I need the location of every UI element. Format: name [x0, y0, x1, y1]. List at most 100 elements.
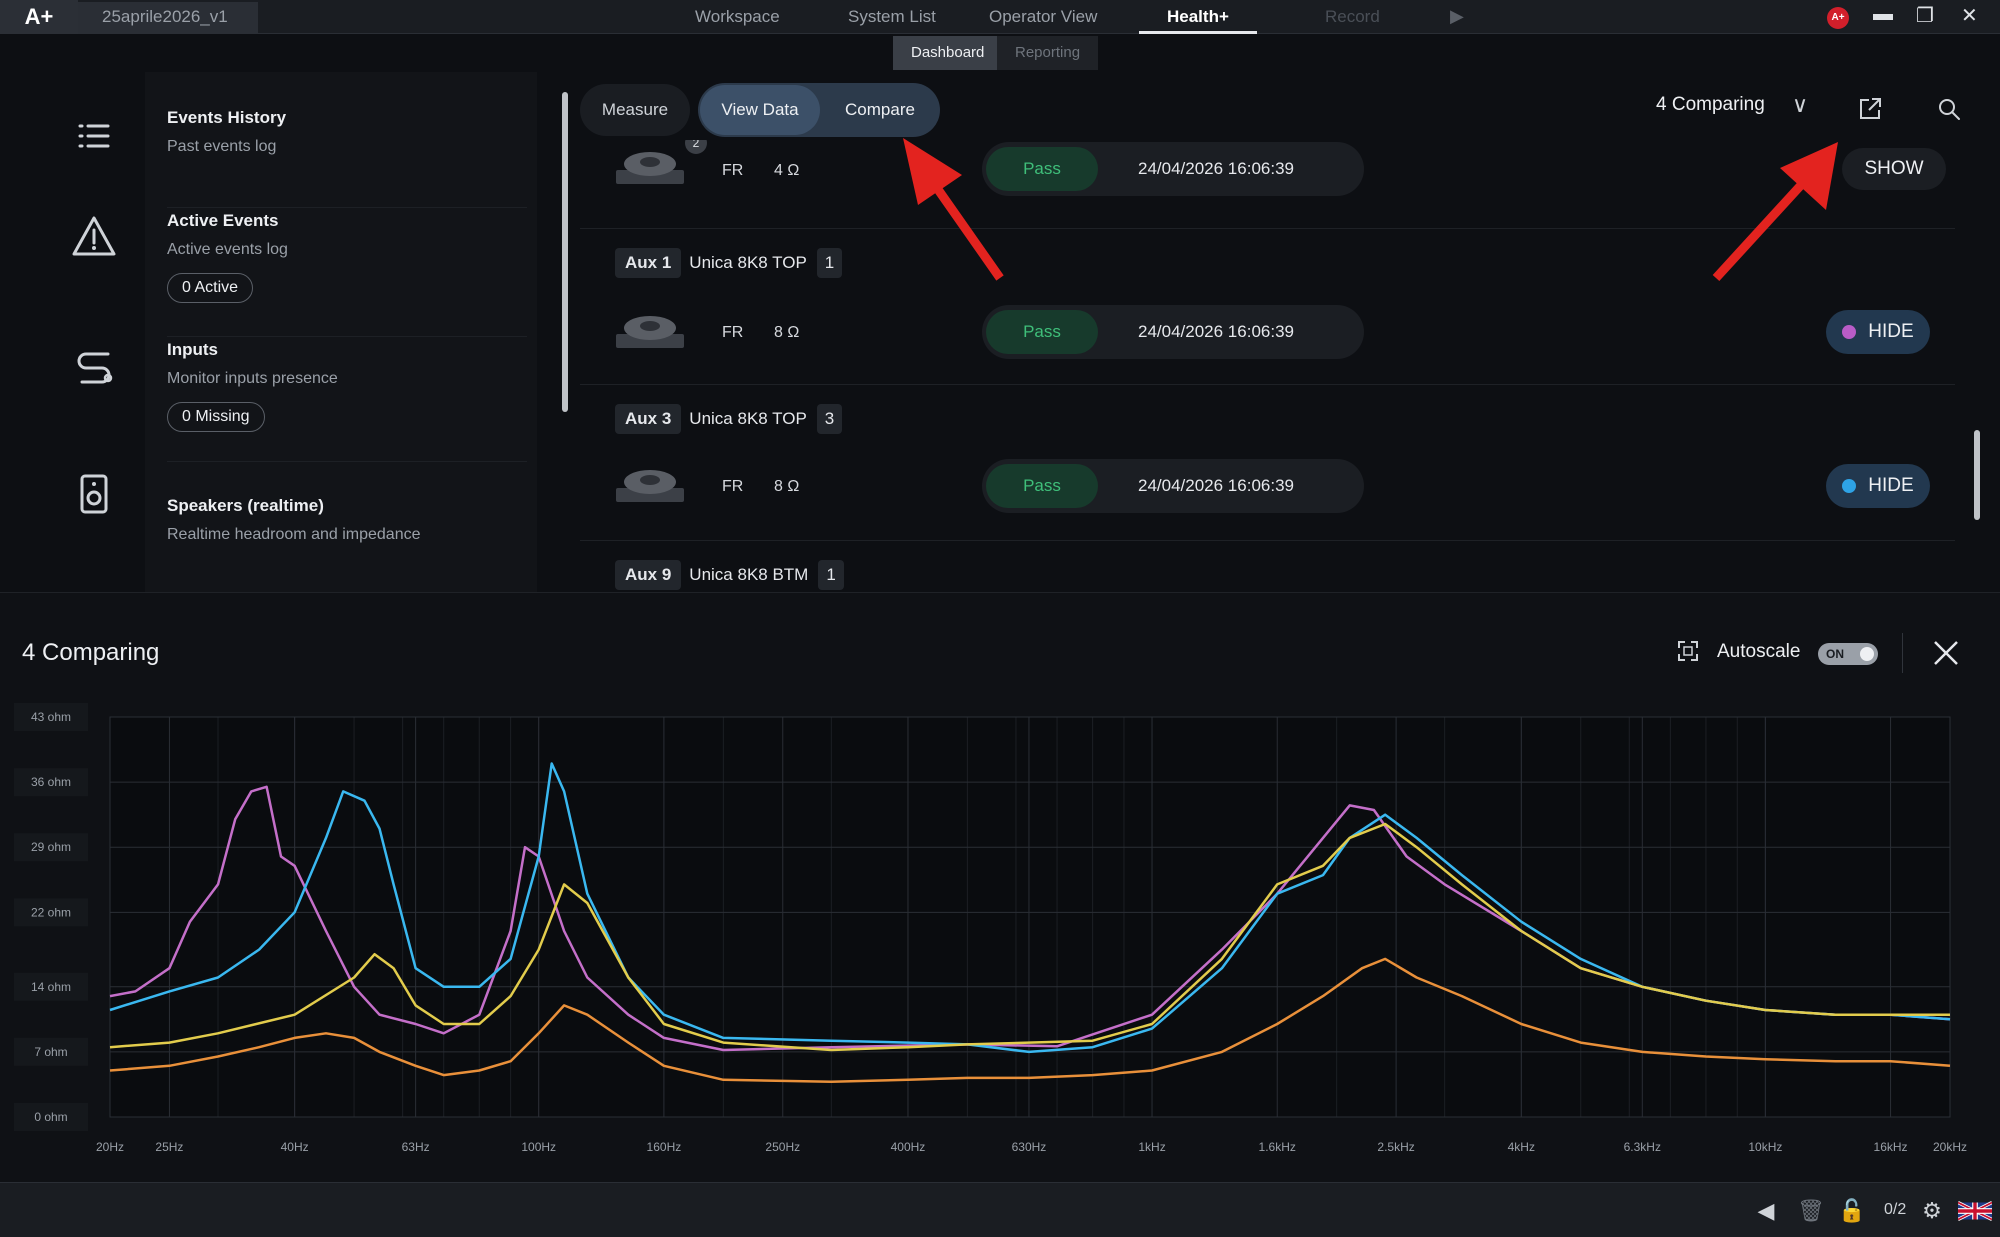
hide-button[interactable]: HIDE: [1826, 464, 1930, 508]
model-label: Unica 8K8 TOP: [689, 253, 807, 272]
measurement-list: 2 FR 4 Ω Pass 24/04/2026 16:06:39 SHOW A…: [580, 140, 1955, 592]
section-title: Events History: [167, 108, 287, 127]
series-color-dot: [1842, 479, 1856, 493]
measurement-row[interactable]: Aux 9 Unica 8K8 BTM 1: [590, 560, 1950, 592]
impedance-label: 8 Ω: [774, 478, 800, 495]
x-tick-label: 250Hz: [765, 1140, 800, 1154]
sidebar-scrollbar[interactable]: [561, 72, 569, 592]
minimize-icon[interactable]: ▬: [1873, 3, 1893, 26]
measure-button[interactable]: Measure: [580, 84, 690, 136]
result-box: Pass 24/04/2026 16:06:39: [982, 142, 1364, 196]
x-tick-label: 40Hz: [281, 1140, 309, 1154]
impedance-label: 4 Ω: [774, 162, 800, 179]
measurement-row[interactable]: 2 FR 4 Ω Pass 24/04/2026 16:06:39 SHOW: [590, 140, 1950, 208]
speaker-icon[interactable]: [70, 470, 118, 518]
warning-icon[interactable]: [70, 212, 118, 260]
x-tick-label: 2.5kHz: [1377, 1140, 1414, 1154]
measurement-row[interactable]: Aux 1 Unica 8K8 TOP 1 FR 8 Ω Pass 24/04/20…: [590, 248, 1950, 378]
nav-tab-system-list[interactable]: System List: [848, 0, 936, 34]
hide-button[interactable]: HIDE: [1826, 310, 1930, 354]
input-cable-icon[interactable]: [70, 342, 118, 390]
trash-icon[interactable]: 🗑: [1797, 1197, 1825, 1225]
scrollbar-thumb[interactable]: [562, 92, 568, 412]
hide-button-label: HIDE: [1868, 475, 1914, 496]
section-active-events[interactable]: Active Events Active events log 0 Active: [167, 211, 527, 337]
aux-label: Aux 9: [615, 560, 682, 590]
measurement-row[interactable]: Aux 3 Unica 8K8 TOP 3 FR 8 Ω Pass 24/04/20…: [590, 404, 1950, 534]
uk-flag-icon[interactable]: [1958, 1200, 1992, 1222]
timestamp: 24/04/2026 16:06:39: [1138, 476, 1294, 495]
section-events-history[interactable]: Events History Past events log: [167, 108, 527, 208]
x-tick-label: 400Hz: [891, 1140, 926, 1154]
project-tab[interactable]: 25aprile2026_v1: [78, 2, 258, 34]
play-icon[interactable]: ▶: [1450, 6, 1464, 27]
speaker-thumbnail: [616, 470, 684, 502]
subtab-reporting[interactable]: Reporting: [997, 36, 1099, 70]
speaker-thumbnail: [616, 152, 684, 184]
unlock-icon[interactable]: 🔓: [1838, 1197, 1866, 1225]
x-tick-label: 25Hz: [155, 1140, 183, 1154]
mode-label: FR: [722, 162, 744, 179]
timestamp: 24/04/2026 16:06:39: [1138, 322, 1294, 341]
sidebar-icon-column: [0, 72, 145, 592]
x-tick-label: 16kHz: [1874, 1140, 1908, 1154]
impedance-chart[interactable]: 20Hz 25Hz 40Hz 63Hz 100Hz 160Hz 250Hz 400Hz 630H…: [0, 699, 2000, 1175]
plot-area: [109, 716, 1951, 1118]
section-inputs[interactable]: Inputs Monitor inputs presence 0 Missing: [167, 340, 527, 462]
section-speakers-realtime[interactable]: Speakers (realtime) Realtime headroom an…: [167, 496, 527, 592]
nav-tab-health-plus[interactable]: Health+: [1139, 0, 1257, 34]
row-header: Aux 9 Unica 8K8 BTM 1: [615, 560, 844, 590]
user-avatar[interactable]: A+: [1827, 7, 1849, 29]
comparing-dropdown[interactable]: 4 Comparing: [1656, 94, 1765, 116]
nav-tab-operator-view[interactable]: Operator View: [989, 0, 1097, 34]
app-logo[interactable]: A+: [0, 0, 78, 34]
x-tick-label: 10kHz: [1748, 1140, 1782, 1154]
list-icon[interactable]: [70, 112, 118, 160]
x-tick-label: 630Hz: [1012, 1140, 1047, 1154]
show-button[interactable]: SHOW: [1842, 148, 1946, 190]
autoscale-toggle[interactable]: ON: [1818, 643, 1878, 665]
y-tick-label: 0 ohm: [34, 1110, 67, 1124]
scrollbar-thumb[interactable]: [1974, 430, 1980, 520]
compare-button[interactable]: Compare: [822, 85, 938, 135]
x-tick-label: 20kHz: [1933, 1140, 1967, 1154]
search-icon[interactable]: [1936, 96, 1962, 122]
volume-icon[interactable]: ◀: [1752, 1197, 1780, 1225]
missing-count-pill: 0 Missing: [167, 402, 265, 432]
row-header: Aux 3 Unica 8K8 TOP 3: [615, 404, 843, 434]
result-box: Pass 24/04/2026 16:06:39: [982, 459, 1364, 513]
title-bar: A+ 25aprile2026_v1 Workspace System List…: [0, 0, 2000, 34]
gear-icon[interactable]: ⚙: [1918, 1197, 1946, 1225]
section-title: Inputs: [167, 340, 218, 359]
aux-label: Aux 3: [615, 404, 682, 434]
pass-badge: Pass: [986, 464, 1098, 508]
view-data-button[interactable]: View Data: [700, 85, 820, 135]
close-window-icon[interactable]: ✕: [1961, 3, 1978, 28]
sidebar-panel: Events History Past events log Active Ev…: [145, 72, 537, 592]
hide-button-label: HIDE: [1868, 321, 1914, 342]
result-box: Pass 24/04/2026 16:06:39: [982, 305, 1364, 359]
view-mode-segmented-control: View Data Compare: [698, 83, 940, 137]
subtab-dashboard[interactable]: Dashboard: [893, 36, 1003, 70]
toggle-state: ON: [1826, 647, 1844, 661]
counter-label: 0/2: [1884, 1201, 1907, 1218]
nav-tab-workspace[interactable]: Workspace: [695, 0, 780, 34]
model-label: Unica 8K8 TOP: [689, 409, 807, 428]
row-header: Aux 1 Unica 8K8 TOP 1: [615, 248, 843, 278]
panel-title: 4 Comparing: [22, 639, 160, 666]
toggle-knob: [1860, 647, 1874, 661]
row-divider: [580, 384, 1955, 385]
row-divider: [580, 228, 1955, 229]
y-tick-label: 36 ohm: [31, 775, 71, 789]
toolbar-divider: [1902, 633, 1903, 673]
x-tick-label: 160Hz: [647, 1140, 682, 1154]
nav-tab-record[interactable]: Record: [1325, 0, 1380, 34]
chevron-down-icon[interactable]: ∨: [1792, 92, 1808, 118]
list-scrollbar[interactable]: [1972, 140, 1982, 592]
section-subtitle: Past events log: [167, 138, 277, 155]
model-label: Unica 8K8 BTM: [689, 565, 809, 584]
restore-icon[interactable]: ❐: [1916, 3, 1934, 28]
external-link-icon[interactable]: [1857, 96, 1883, 122]
close-icon[interactable]: [1930, 637, 1962, 669]
expand-icon[interactable]: [1676, 639, 1700, 663]
